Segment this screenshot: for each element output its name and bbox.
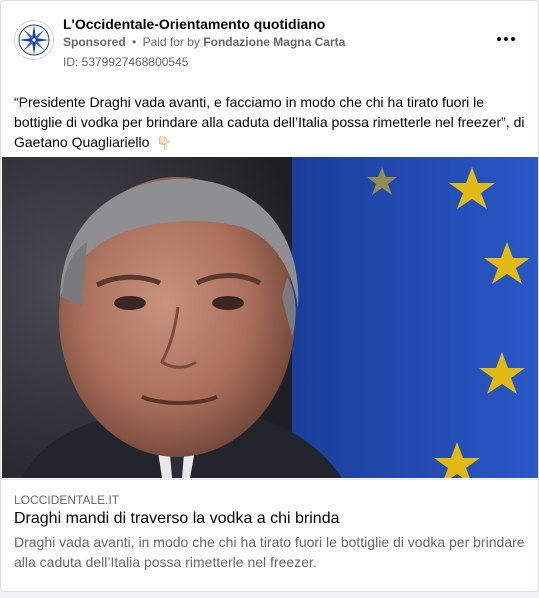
link-preview-image[interactable] (2, 157, 538, 478)
paid-for-prefix: Paid for by (142, 35, 200, 49)
more-dot-icon (504, 37, 508, 41)
pointing-down-emoji-icon: 👇🏻 (156, 135, 173, 150)
link-description: Draghi vada avanti, in modo che chi ha t… (14, 534, 525, 570)
link-domain: LOCCIDENTALE.IT (14, 493, 120, 507)
link-title[interactable]: Draghi mandi di traverso la vodka a chi … (14, 510, 340, 528)
link-preview[interactable]: LOCCIDENTALE.IT Draghi mandi di traverso… (2, 479, 538, 591)
more-dot-icon (511, 37, 515, 41)
more-dot-icon (497, 37, 501, 41)
post-message: “Presidente Draghi vada avanti, e faccia… (14, 94, 525, 150)
payer-name: Fondazione Magna Carta (203, 35, 346, 49)
post-header: L'Occidentale-Orientamento quotidiano Sp… (1, 1, 538, 79)
ad-id: ID: 5379927468800545 (63, 55, 189, 69)
portrait-photo-illustration (2, 157, 538, 478)
meta-separator: • (132, 35, 137, 49)
sponsor-meta: Sponsored • Paid for by Fondazione Magna… (63, 35, 345, 49)
ad-card: L'Occidentale-Orientamento quotidiano Sp… (0, 0, 539, 592)
post-text: “Presidente Draghi vada avanti, e faccia… (14, 92, 529, 153)
compass-star-logo-icon (18, 24, 50, 56)
page-avatar[interactable] (14, 20, 54, 60)
more-options-button[interactable] (494, 29, 518, 49)
sponsored-label: Sponsored (63, 35, 126, 49)
page-name-link[interactable]: L'Occidentale-Orientamento quotidiano (63, 16, 325, 32)
